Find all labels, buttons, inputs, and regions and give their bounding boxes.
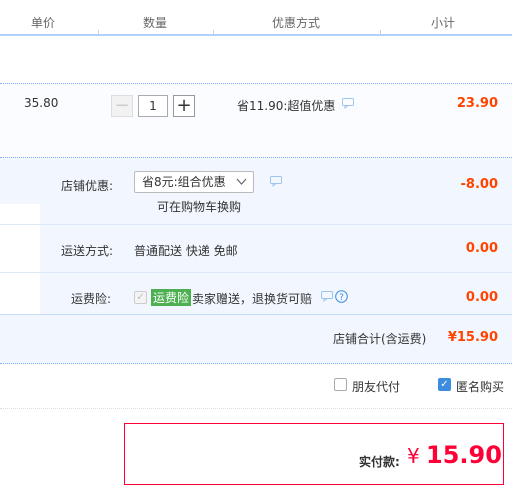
shop-discount-amount: -8.00 [460, 177, 498, 192]
left-gutter [0, 204, 40, 314]
item-subtotal: 23.90 [456, 96, 498, 111]
row-divider [0, 314, 512, 315]
friend-pay-checkbox[interactable] [334, 378, 347, 391]
header-divider [98, 30, 99, 34]
insurance-text: 卖家赠送，退换货可赔 [192, 292, 313, 306]
qty-increase-button[interactable]: + [173, 95, 195, 117]
shop-total-amount: ¥15.90 [447, 330, 498, 345]
col-price-header: 单价 [31, 16, 56, 30]
shop-discount-select[interactable]: 省8元:组合优惠 [134, 171, 254, 193]
shipping-amount: 0.00 [465, 241, 498, 256]
anonymous-checkbox[interactable]: ✓ [438, 378, 451, 391]
svg-text:?: ? [339, 293, 344, 303]
col-subtotal-header: 小计 [431, 16, 456, 30]
shop-discount-note: 可在购物车换购 [157, 200, 242, 214]
payment-amount: 15.90 [426, 441, 502, 469]
item-promo: 省11.90:超值优惠 [237, 99, 336, 113]
help-icon[interactable]: ? [335, 290, 348, 306]
message-icon[interactable] [270, 176, 282, 190]
qty-decrease-button[interactable]: − [111, 95, 133, 117]
payment-summary: 实付款: ¥ 15.90 [124, 423, 504, 485]
shop-discount-value: 省8元:组合优惠 [142, 175, 226, 189]
section-divider [0, 408, 512, 410]
unit-price: 35.80 [24, 96, 59, 110]
anonymous-label[interactable]: 匿名购买 [456, 378, 504, 395]
header-divider [380, 30, 381, 34]
insurance-checkbox[interactable]: ✓ [134, 291, 147, 304]
insurance-amount: 0.00 [465, 290, 498, 305]
message-icon[interactable] [321, 291, 333, 305]
col-promo-header: 优惠方式 [272, 16, 321, 30]
shop-summary: 店铺优惠: 省8元:组合优惠 可在购物车换购 -8.00 运送方式: 普通配送 … [0, 157, 512, 364]
item-row: 35.80 − 1 + 省11.90:超值优惠 23.90 [0, 83, 512, 158]
col-qty-header: 数量 [143, 16, 168, 30]
insurance-label: 运费险: [71, 292, 112, 306]
shipping-label: 运送方式: [61, 244, 114, 258]
insurance-tag: 运费险 [151, 289, 192, 306]
qty-input[interactable]: 1 [138, 95, 168, 117]
shop-total-label: 店铺合计(含运费) [333, 332, 427, 346]
message-icon[interactable] [342, 98, 354, 112]
row-divider [0, 272, 512, 273]
chevron-down-icon [236, 172, 247, 192]
table-header: 单价 数量 优惠方式 小计 [0, 0, 512, 36]
payment-label: 实付款: [359, 455, 400, 469]
shipping-value: 普通配送 快递 免邮 [134, 244, 238, 258]
friend-pay-label[interactable]: 朋友代付 [352, 378, 400, 395]
currency-symbol: ¥ [407, 444, 420, 468]
row-divider [0, 224, 512, 225]
header-divider [213, 30, 214, 34]
shop-discount-label: 店铺优惠: [61, 179, 114, 193]
